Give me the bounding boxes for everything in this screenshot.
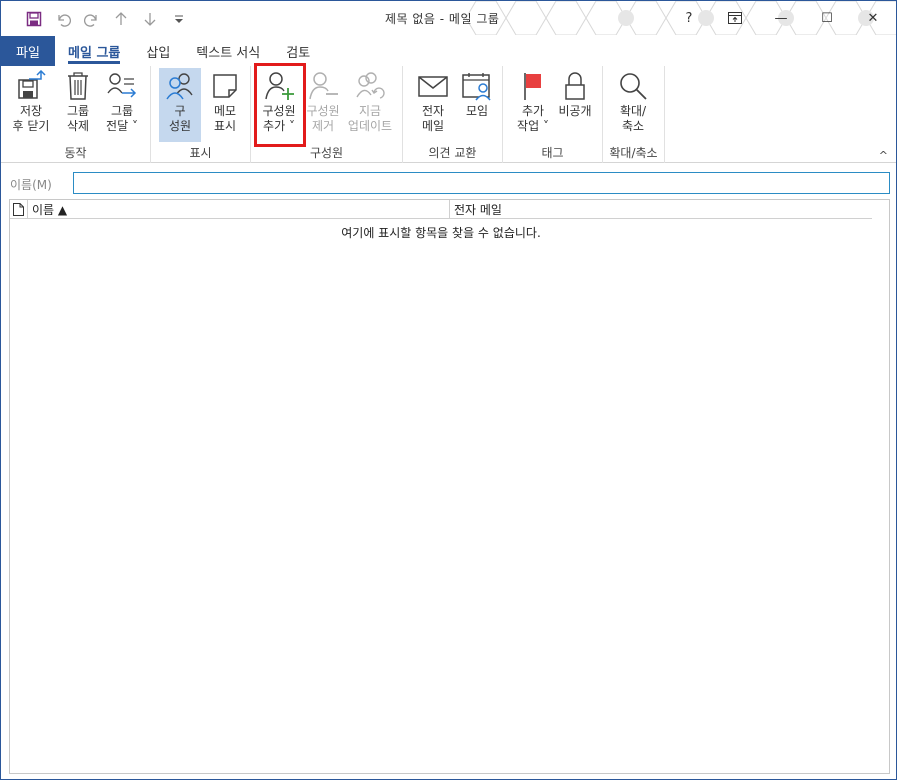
mail-group-window: 제목 없음 - 메일 그룹 ? — ☐ ✕ 파일 메일 그룹 삽입 텍스트 서식… — [0, 0, 897, 780]
forward-group-button[interactable]: 그룹 전달 ˅ — [100, 68, 144, 142]
redo-icon[interactable] — [77, 8, 106, 30]
follow-up-button[interactable]: 추가 작업 ˅ — [511, 68, 555, 142]
undo-icon[interactable] — [48, 8, 77, 30]
follow-up-label-1: 추가 — [521, 104, 545, 118]
ribbon: 저장 후 닫기 그룹 삭제 그룹 전달 ˅ 동작 구 성원 메모 표시 표시 구… — [1, 66, 896, 163]
show-notes-button[interactable]: 메모 표시 — [203, 68, 247, 142]
email-button[interactable]: 전자 메일 — [411, 68, 455, 142]
group-tags: 추가 작업 ˅ 비공개 태그 — [503, 66, 603, 163]
private-label-1: 비공개 — [558, 104, 592, 118]
previous-icon[interactable] — [106, 8, 135, 30]
save-icon[interactable] — [19, 8, 48, 30]
follow-up-label-2: 작업 ˅ — [517, 119, 549, 133]
show-notes-label-1: 메모 — [213, 104, 237, 118]
member-list: 이름 ▲ 전자 메일 여기에 표시할 항목을 찾을 수 없습니다. — [9, 199, 890, 774]
name-input[interactable] — [73, 172, 890, 194]
quick-access-toolbar — [19, 8, 193, 30]
update-members-icon — [353, 68, 387, 104]
tab-file[interactable]: 파일 — [1, 36, 55, 66]
update-now-label-2: 업데이트 — [347, 119, 393, 133]
window-controls: ? — ☐ ✕ — [666, 1, 896, 35]
tab-review[interactable]: 검토 — [273, 36, 323, 66]
meeting-button[interactable]: 모임 — [455, 68, 499, 142]
group-tags-label: 태그 — [541, 146, 564, 160]
trash-icon — [61, 68, 95, 104]
delete-group-label-2: 삭제 — [66, 119, 90, 133]
group-communicate-label: 의견 교환 — [428, 146, 477, 160]
update-now-button[interactable]: 지금 업데이트 — [347, 68, 393, 142]
zoom-button[interactable]: 확대/ 축소 — [611, 68, 655, 142]
minimize-button[interactable]: — — [758, 1, 804, 35]
show-members-label-1: 구 — [174, 104, 186, 118]
forward-group-label-1: 그룹 — [110, 104, 134, 118]
group-communicate: 전자 메일 모임 의견 교환 — [403, 66, 503, 163]
save-close-label-2: 후 닫기 — [12, 119, 50, 133]
column-header-email[interactable]: 전자 메일 — [450, 201, 502, 218]
remove-member-button[interactable]: 구성원 제거 — [301, 68, 345, 142]
group-actions: 저장 후 닫기 그룹 삭제 그룹 전달 ˅ 동작 — [1, 66, 151, 163]
delete-group-button[interactable]: 그룹 삭제 — [56, 68, 100, 142]
close-button[interactable]: ✕ — [850, 1, 896, 35]
title-bar: 제목 없음 - 메일 그룹 ? — ☐ ✕ — [1, 1, 896, 35]
save-close-label-1: 저장 — [19, 104, 43, 118]
note-icon — [208, 68, 242, 104]
column-header-name[interactable]: 이름 ▲ — [28, 199, 450, 219]
members-icon — [163, 68, 197, 104]
empty-list-message: 여기에 표시할 항목을 찾을 수 없습니다. — [341, 226, 541, 240]
show-members-label-2: 성원 — [168, 119, 192, 133]
meeting-label-1: 모임 — [465, 104, 489, 118]
customize-icon[interactable] — [164, 8, 193, 30]
group-show-label: 표시 — [189, 146, 212, 160]
update-now-label-1: 지금 — [358, 104, 382, 118]
help-button[interactable]: ? — [666, 1, 712, 35]
remove-member-label-1: 구성원 — [306, 104, 340, 118]
save-close-icon — [14, 68, 48, 104]
magnifier-icon — [616, 68, 650, 104]
list-header: 이름 ▲ 전자 메일 — [10, 199, 872, 219]
remove-member-icon — [306, 68, 340, 104]
ribbon-display-options-icon[interactable] — [712, 1, 758, 35]
tab-format-text[interactable]: 텍스트 서식 — [183, 36, 273, 66]
show-notes-label-2: 표시 — [213, 119, 237, 133]
group-show: 구 성원 메모 표시 표시 — [151, 66, 251, 163]
forward-group-label-2: 전달 ˅ — [106, 119, 138, 133]
meeting-icon — [460, 68, 494, 104]
collapse-ribbon-icon[interactable]: ^ — [879, 149, 888, 162]
tab-insert[interactable]: 삽입 — [133, 36, 183, 66]
delete-group-label-1: 그룹 — [66, 104, 90, 118]
add-members-highlight — [254, 63, 306, 147]
email-label-2: 메일 — [421, 119, 445, 133]
email-label-1: 전자 — [421, 104, 445, 118]
name-row: 이름(M) — [1, 166, 896, 198]
forward-group-icon — [105, 68, 139, 104]
show-members-button[interactable]: 구 성원 — [159, 68, 201, 142]
window-title: 제목 없음 - 메일 그룹 — [385, 12, 500, 26]
zoom-label-1: 확대/ — [619, 104, 647, 118]
remove-member-label-2: 제거 — [311, 119, 335, 133]
private-button[interactable]: 비공개 — [553, 68, 597, 142]
flag-icon — [516, 68, 550, 104]
ribbon-tabs: 파일 메일 그룹 삽입 텍스트 서식 검토 — [1, 36, 896, 66]
group-zoom-label: 확대/축소 — [609, 146, 658, 160]
maximize-button[interactable]: ☐ — [804, 1, 850, 35]
tab-mail-group[interactable]: 메일 그룹 — [55, 36, 133, 66]
next-icon[interactable] — [135, 8, 164, 30]
name-label: 이름(M) — [10, 178, 52, 192]
group-zoom: 확대/ 축소 확대/축소 — [603, 66, 665, 163]
document-icon[interactable] — [10, 199, 28, 219]
group-actions-label: 동작 — [64, 146, 87, 160]
save-close-button[interactable]: 저장 후 닫기 — [9, 68, 53, 142]
zoom-label-2: 축소 — [621, 119, 645, 133]
envelope-icon — [416, 68, 450, 104]
lock-icon — [558, 68, 592, 104]
